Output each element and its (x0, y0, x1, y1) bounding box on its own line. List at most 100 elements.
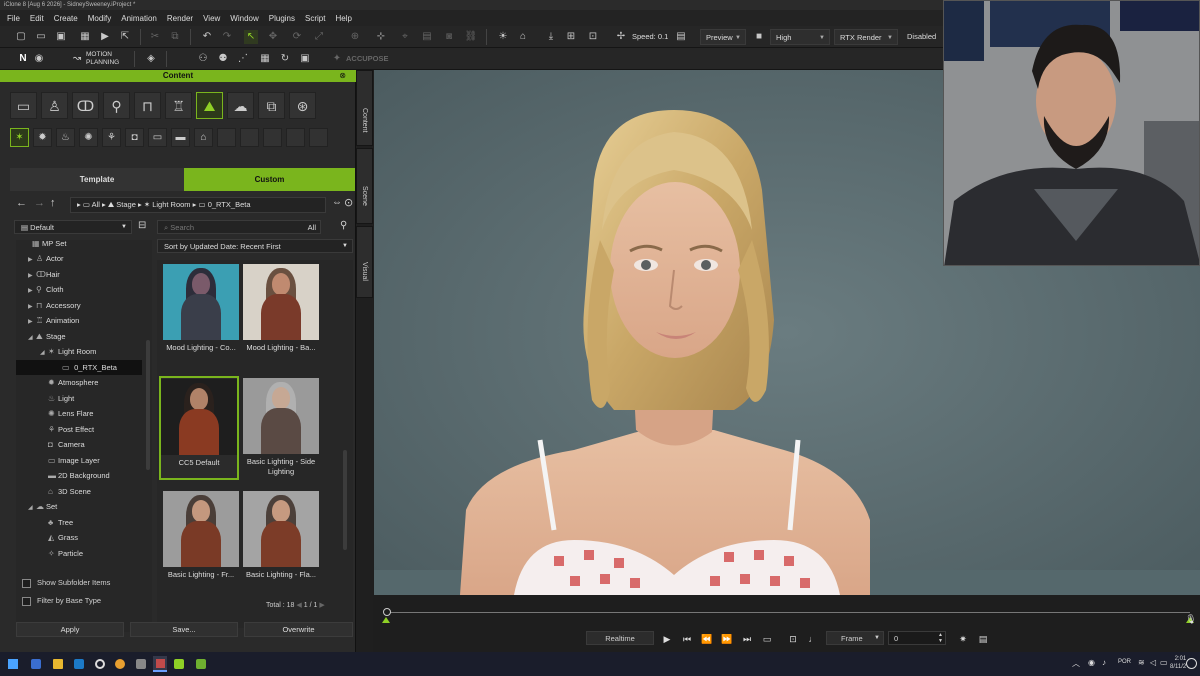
lens-flare-icon[interactable]: ✺ (79, 128, 98, 147)
motion-planning-icon[interactable]: ↝ (70, 52, 84, 66)
tray-app-icon[interactable]: ◉ (1088, 658, 1095, 667)
show-subfolder-checkbox[interactable] (22, 579, 31, 588)
menu-plugins[interactable]: Plugins (264, 14, 300, 23)
skip-end-icon[interactable]: ⏭ (740, 633, 754, 645)
menu-script[interactable]: Script (300, 14, 330, 23)
save-icon[interactable]: ▣ (54, 30, 68, 44)
folder-manage-icon[interactable]: ⊟ (138, 220, 146, 231)
3d-scene-icon[interactable]: ⌂ (194, 128, 213, 147)
clock[interactable]: 2:01 8/11/2 (1170, 655, 1186, 671)
skip-start-icon[interactable]: ⏮ (680, 633, 694, 645)
notification-icon[interactable] (1186, 658, 1197, 669)
undo-icon[interactable]: ↶ (200, 30, 214, 44)
expand-arrow-icon[interactable]: ▶ (28, 284, 36, 299)
realtime-toggle[interactable]: Realtime (586, 631, 654, 645)
speed-label[interactable]: Speed: 0.1 (632, 26, 668, 48)
expand-arrow-icon[interactable]: ▶ (28, 315, 36, 330)
taskbar-app-icon[interactable] (74, 659, 84, 669)
tree-item-image-layer[interactable]: ▭ Image Layer (48, 453, 100, 468)
tree-item-grass[interactable]: ◭ Grass (48, 530, 78, 545)
expand-circle-icon[interactable]: ⊙ (344, 196, 353, 209)
cloth-library-icon[interactable]: ⚲ (103, 92, 130, 119)
menu-render[interactable]: Render (162, 14, 198, 23)
close-icon[interactable]: ⊗ (339, 70, 346, 82)
light-icon[interactable]: ☀ (496, 30, 510, 44)
post-effect-icon[interactable]: ⚘ (102, 128, 121, 147)
tree-item-light-room[interactable]: ◢ ✶ Light Room (40, 344, 96, 359)
step-back-icon[interactable]: ⏪ (700, 633, 714, 645)
stage-library-icon[interactable]: ⛰ (196, 92, 223, 119)
windows-start-icon[interactable] (8, 659, 18, 669)
tree-item-particle[interactable]: ✧ Particle (48, 546, 83, 561)
grid-scrollbar[interactable] (343, 450, 347, 550)
search-scope[interactable]: All (308, 221, 316, 234)
menu-file[interactable]: File (2, 14, 25, 23)
side-tab-scene[interactable]: Scene (356, 148, 373, 224)
forward-arrow-icon[interactable]: → (34, 197, 45, 209)
tree-item-hair[interactable]: ▶ ↀHair (28, 267, 60, 282)
tree-item-2d-background[interactable]: ▬ 2D Background (48, 468, 110, 483)
record-icon[interactable]: ◉ (32, 52, 46, 66)
props-library-icon[interactable]: ⧉ (258, 92, 285, 119)
prev-page-icon[interactable]: ◀ (296, 602, 303, 609)
tree-item-animation[interactable]: ▶ ♖ Animation (28, 313, 79, 328)
rotate-tool-icon[interactable]: ⟳ (290, 30, 304, 44)
volume-icon[interactable]: ◁ (1150, 658, 1156, 667)
taskbar-app-icon[interactable] (196, 659, 206, 669)
rtx-state-label[interactable]: Disabled (907, 26, 936, 48)
group-icon[interactable]: ⚉ (216, 52, 230, 66)
drop-icon[interactable]: ⤓ (544, 30, 558, 44)
next-page-icon[interactable]: ▶ (319, 602, 324, 609)
menu-help[interactable]: Help (330, 14, 356, 23)
content-item[interactable]: Mood Lighting - Co... (161, 264, 241, 353)
loop-icon[interactable]: ▭ (760, 633, 774, 645)
microphone-icon[interactable]: 🎙 (1184, 613, 1198, 625)
layout-icon[interactable]: ▣ (298, 52, 312, 66)
frame-icon[interactable]: ⊞ (564, 30, 578, 44)
atmosphere-icon[interactable]: ✹ (33, 128, 52, 147)
keyframe-icon[interactable]: ◈ (144, 52, 158, 66)
camera-icon[interactable]: ◙ (442, 30, 456, 44)
link-icon[interactable]: ⛓ (464, 30, 478, 44)
tree-item-actor[interactable]: ▶ ♙ Actor (28, 251, 64, 266)
tree-item-atmosphere[interactable]: ✹ Atmosphere (48, 375, 98, 390)
motion-library-icon[interactable]: ♖ (165, 92, 192, 119)
content-item[interactable]: Mood Lighting - Ba... (241, 264, 321, 353)
browser-icon[interactable] (95, 659, 105, 669)
node-icon[interactable]: ⋰ (236, 52, 250, 66)
timeline-panel-icon[interactable]: ▤ (976, 633, 990, 645)
tree-item-camera[interactable]: ◘ Camera (48, 437, 85, 452)
back-arrow-icon[interactable]: ← (16, 197, 27, 209)
light-icon[interactable]: ♨ (56, 128, 75, 147)
overwrite-button[interactable]: Overwrite (244, 622, 353, 637)
step-forward-icon[interactable]: ⏩ (720, 633, 734, 645)
accupose-label[interactable]: ACCUPOSE (346, 48, 389, 70)
render-mode-dropdown[interactable]: RTX Render ▼ (834, 29, 898, 45)
audio-note-icon[interactable]: ♩ (806, 633, 820, 645)
folder-dropdown[interactable]: ▤ Default ▼ (14, 220, 132, 234)
tree-item-light[interactable]: ♨ Light (48, 391, 74, 406)
tray-mic-icon[interactable]: ♪ (1102, 658, 1106, 667)
iclone-taskbar-button[interactable] (153, 656, 167, 672)
timeline-playhead[interactable] (383, 608, 391, 616)
menu-window[interactable]: Window (225, 14, 263, 23)
tree-scrollbar[interactable] (146, 340, 150, 470)
walk-icon[interactable]: ⚇ (196, 52, 210, 66)
character-creator-icon[interactable] (174, 659, 184, 669)
accessory-library-icon[interactable]: ⊓ (134, 92, 161, 119)
mocap-icon[interactable]: N (16, 52, 30, 66)
taskbar-app-icon[interactable] (31, 659, 41, 669)
motion-planning-button[interactable]: MOTION PLANNING (86, 51, 119, 67)
tab-template[interactable]: Template (10, 168, 184, 191)
render-image-icon[interactable]: ▦ (78, 30, 92, 44)
tree-item-3d-scene[interactable]: ⌂ 3D Scene (48, 484, 91, 499)
select-tool-icon[interactable]: ↖ (244, 30, 258, 44)
settings-gear-icon[interactable]: ✷ (956, 633, 970, 645)
video-camera-icon[interactable]: ■ (752, 30, 766, 44)
redo-icon[interactable]: ↷ (220, 30, 234, 44)
frame-input[interactable]: 0 ▲ ▼ (888, 631, 946, 645)
snap-icon[interactable]: ⌖ (398, 30, 412, 44)
tree-item-lens-flare[interactable]: ✺ Lens Flare (48, 406, 93, 421)
filter-base-type-checkbox[interactable] (22, 597, 31, 606)
frame-mode-dropdown[interactable]: Frame ▼ (826, 631, 884, 645)
